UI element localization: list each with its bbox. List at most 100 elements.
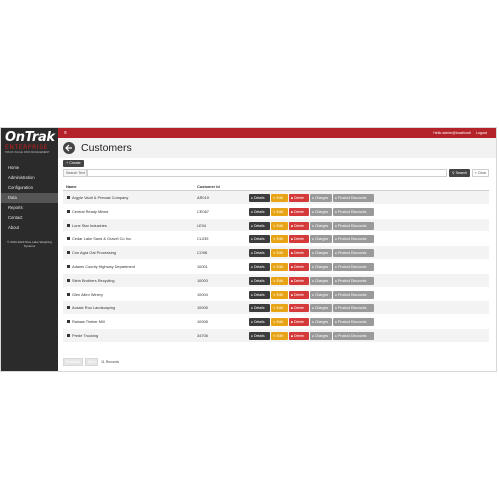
delete-button[interactable]: ■Delete — [289, 249, 309, 258]
edit-button[interactable]: ✎Edit — [271, 249, 288, 258]
edit-button[interactable]: ✎Edit — [271, 262, 288, 271]
charges-button[interactable]: ●Charges — [310, 304, 332, 313]
expand-row-icon[interactable] — [67, 264, 70, 268]
details-button[interactable]: ●Details — [249, 304, 270, 313]
charges-button[interactable]: ●Charges — [310, 318, 332, 327]
delete-button[interactable]: ■Delete — [289, 207, 309, 216]
edit-button[interactable]: ✎Edit — [271, 318, 288, 327]
expand-row-icon[interactable] — [67, 320, 70, 324]
delete-button[interactable]: ■Delete — [289, 235, 309, 244]
info-icon: ● — [251, 292, 253, 297]
back-button[interactable] — [63, 142, 75, 154]
discount-icon: ● — [335, 292, 337, 297]
sidebar-item-home[interactable]: Home — [1, 163, 58, 173]
product-discounts-button[interactable]: ●Product Discounts — [333, 194, 374, 202]
delete-button[interactable]: ■Delete — [289, 262, 309, 271]
previous-page-button[interactable]: Previous — [63, 358, 83, 366]
product-discounts-button[interactable]: ●Product Discounts — [333, 262, 374, 271]
create-button[interactable]: + Create — [63, 160, 84, 167]
charges-button[interactable]: ●Charges — [310, 290, 332, 299]
sidebar-item-reports[interactable]: Reports — [1, 203, 58, 213]
column-header-customer-id[interactable]: Customer Id — [197, 184, 220, 189]
edit-button[interactable]: ✎Edit — [271, 235, 288, 244]
details-button[interactable]: ●Details — [249, 290, 270, 299]
delete-button[interactable]: ■Delete — [289, 221, 309, 230]
details-button[interactable]: ●Details — [249, 235, 270, 244]
details-button[interactable]: ●Details — [249, 207, 270, 216]
details-button[interactable]: ●Details — [249, 194, 270, 202]
expand-row-icon[interactable] — [67, 306, 70, 310]
product-discounts-button[interactable]: ●Product Discounts — [333, 276, 374, 285]
row-actions: ●Details ✎Edit ■Delete ●Charges ●Product Dis… — [249, 207, 374, 216]
product-discounts-button[interactable]: ●Product Discounts — [333, 331, 374, 340]
expand-row-icon[interactable] — [67, 278, 70, 282]
charges-label: Charges — [314, 196, 329, 200]
charges-button[interactable]: ●Charges — [310, 249, 332, 258]
delete-button[interactable]: ■Delete — [289, 194, 309, 202]
sidebar-item-configuration[interactable]: Configuration — [1, 183, 58, 193]
column-header-name[interactable]: Name — [66, 184, 77, 189]
search-input[interactable] — [87, 169, 447, 177]
customer-name: Central Ready Mixed — [72, 208, 109, 214]
product-discounts-button[interactable]: ●Product Discounts — [333, 304, 374, 313]
edit-button[interactable]: ✎Edit — [271, 194, 288, 202]
delete-button[interactable]: ■Delete — [289, 276, 309, 285]
expand-row-icon[interactable] — [67, 333, 70, 337]
product-discounts-button[interactable]: ●Product Discounts — [333, 235, 374, 244]
search-button[interactable]: ⚲ Search — [449, 169, 470, 177]
hamburger-icon[interactable]: ≡ — [64, 130, 67, 136]
charges-button[interactable]: ●Charges — [310, 221, 332, 230]
edit-button[interactable]: ✎Edit — [271, 207, 288, 216]
expand-row-icon[interactable] — [67, 237, 70, 241]
delete-button[interactable]: ■Delete — [289, 304, 309, 313]
product-discounts-button[interactable]: ●Product Discounts — [333, 249, 374, 258]
edit-button[interactable]: ✎Edit — [271, 290, 288, 299]
delete-button[interactable]: ■Delete — [289, 318, 309, 327]
charges-icon: ● — [312, 223, 314, 228]
charges-button[interactable]: ●Charges — [310, 262, 332, 271]
edit-button[interactable]: ✎Edit — [271, 304, 288, 313]
product-discounts-label: Product Discounts — [337, 237, 367, 242]
delete-label: Delete — [293, 196, 305, 200]
charges-button[interactable]: ●Charges — [310, 207, 332, 216]
edit-button[interactable]: ✎Edit — [271, 276, 288, 285]
product-discounts-button[interactable]: ●Product Discounts — [333, 290, 374, 299]
logout-link[interactable]: Logout — [476, 131, 487, 135]
expand-row-icon[interactable] — [67, 209, 70, 213]
edit-button[interactable]: ✎Edit — [271, 331, 288, 340]
product-discounts-button[interactable]: ●Product Discounts — [333, 221, 374, 230]
sidebar-item-contact[interactable]: Contact — [1, 213, 58, 223]
details-button[interactable]: ●Details — [249, 318, 270, 327]
delete-button[interactable]: ■Delete — [289, 331, 309, 340]
expand-row-icon[interactable] — [67, 292, 70, 296]
next-page-button[interactable]: Next — [85, 358, 98, 366]
delete-label: Delete — [293, 264, 305, 269]
details-button[interactable]: ●Details — [249, 221, 270, 230]
details-button[interactable]: ●Details — [249, 249, 270, 258]
product-discounts-label: Product Discounts — [337, 209, 367, 214]
charges-button[interactable]: ●Charges — [310, 235, 332, 244]
product-discounts-button[interactable]: ●Product Discounts — [333, 318, 374, 327]
edit-button[interactable]: ✎Edit — [271, 221, 288, 230]
sidebar-item-about[interactable]: About — [1, 223, 58, 233]
charges-button[interactable]: ●Charges — [310, 276, 332, 285]
sidebar-item-data[interactable]: Data — [1, 193, 58, 203]
clear-button[interactable]: × Clear — [472, 169, 489, 177]
expand-row-icon[interactable] — [67, 223, 70, 227]
delete-label: Delete — [293, 237, 305, 242]
delete-label: Delete — [293, 278, 305, 283]
details-button[interactable]: ●Details — [249, 262, 270, 271]
sidebar-item-administration[interactable]: Administration — [1, 173, 58, 183]
delete-button[interactable]: ■Delete — [289, 290, 309, 299]
details-button[interactable]: ●Details — [249, 331, 270, 340]
charges-button[interactable]: ●Charges — [310, 194, 332, 202]
trash-icon: ■ — [291, 333, 293, 338]
info-icon: ● — [251, 320, 253, 325]
charges-button[interactable]: ●Charges — [310, 331, 332, 340]
details-label: Details — [253, 320, 265, 325]
details-button[interactable]: ●Details — [249, 276, 270, 285]
expand-row-icon[interactable] — [67, 196, 70, 199]
product-discounts-button[interactable]: ●Product Discounts — [333, 207, 374, 216]
info-icon: ● — [251, 333, 253, 338]
expand-row-icon[interactable] — [67, 251, 70, 255]
